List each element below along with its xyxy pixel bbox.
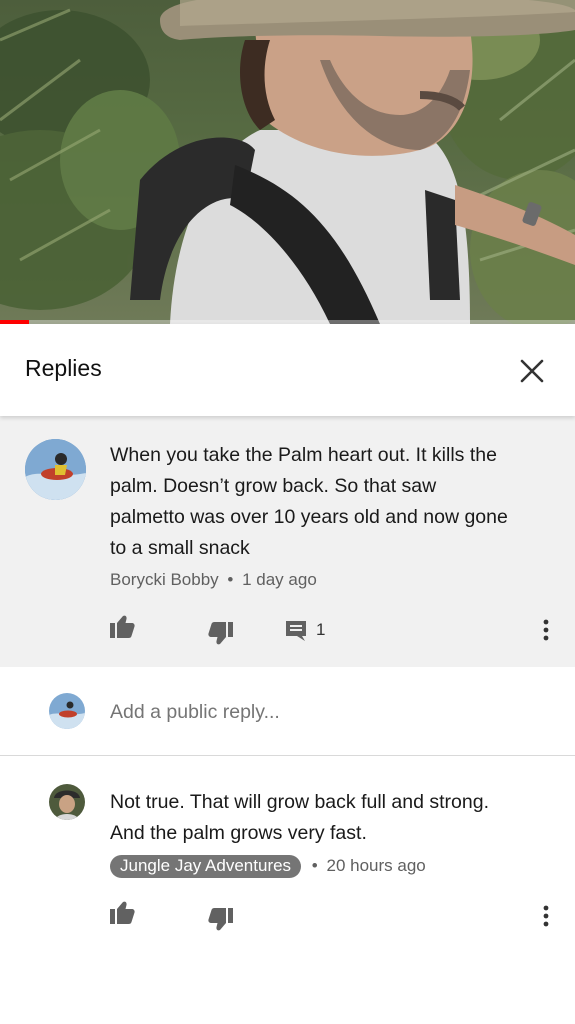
channel-owner-badge[interactable]: Jungle Jay Adventures: [110, 855, 302, 878]
comment-time: 1 day ago: [242, 570, 317, 589]
thumbs-down-icon: [208, 908, 233, 931]
comment-line: to a small snack: [110, 537, 250, 559]
thumbs-up-icon: [110, 901, 135, 924]
reply-button[interactable]: [284, 619, 308, 648]
commenter-avatar[interactable]: [25, 439, 86, 500]
add-reply-row[interactable]: [0, 667, 575, 756]
parent-comment: When you take the Palm heart out. It kil…: [0, 416, 575, 667]
comment-bubble-icon: [286, 621, 306, 641]
comment-author[interactable]: Borycki Bobby: [110, 570, 219, 589]
more-vertical-icon: [543, 905, 549, 927]
dislike-button[interactable]: [207, 620, 235, 651]
reply-like-button[interactable]: [108, 900, 136, 931]
meta-separator: •: [227, 570, 234, 589]
reply-line: Not true. That will grow back full and s…: [110, 791, 489, 813]
avatar-image: [25, 439, 86, 500]
comment-meta: Borycki Bobby • 1 day ago: [110, 570, 317, 590]
video-frame: [0, 0, 575, 324]
like-button[interactable]: [108, 614, 136, 645]
more-options-button[interactable]: [540, 618, 552, 647]
replies-header: Replies: [0, 324, 575, 416]
thumbs-up-icon: [110, 615, 135, 638]
avatar-image: [49, 784, 85, 820]
reply-count[interactable]: 1: [316, 620, 325, 640]
meta-separator: •: [311, 856, 318, 875]
thumbs-down-icon: [208, 622, 233, 645]
user-avatar: [49, 693, 85, 729]
reply-dislike-button[interactable]: [207, 906, 235, 937]
reply-author-avatar[interactable]: [49, 784, 85, 820]
avatar-image: [49, 693, 85, 729]
close-icon: [520, 359, 544, 383]
add-reply-input[interactable]: [110, 701, 510, 724]
replies-title: Replies: [25, 355, 102, 381]
reply-time: 20 hours ago: [326, 856, 426, 875]
comment-line: palmetto was over 10 years old and now g…: [110, 506, 508, 528]
comment-line: palm. Doesn’t grow back. So that saw: [110, 475, 437, 497]
comment-line: When you take the Palm heart out. It kil…: [110, 444, 497, 466]
close-button[interactable]: [515, 354, 549, 388]
video-player[interactable]: [0, 0, 575, 324]
comment-text: When you take the Palm heart out. It kil…: [110, 440, 508, 564]
reply-text: Not true. That will grow back full and s…: [110, 787, 489, 849]
reply-more-options-button[interactable]: [540, 904, 552, 933]
more-vertical-icon: [543, 619, 549, 641]
reply-line: And the palm grows very fast.: [110, 822, 367, 844]
reply-meta: Jungle Jay Adventures • 20 hours ago: [110, 855, 426, 878]
